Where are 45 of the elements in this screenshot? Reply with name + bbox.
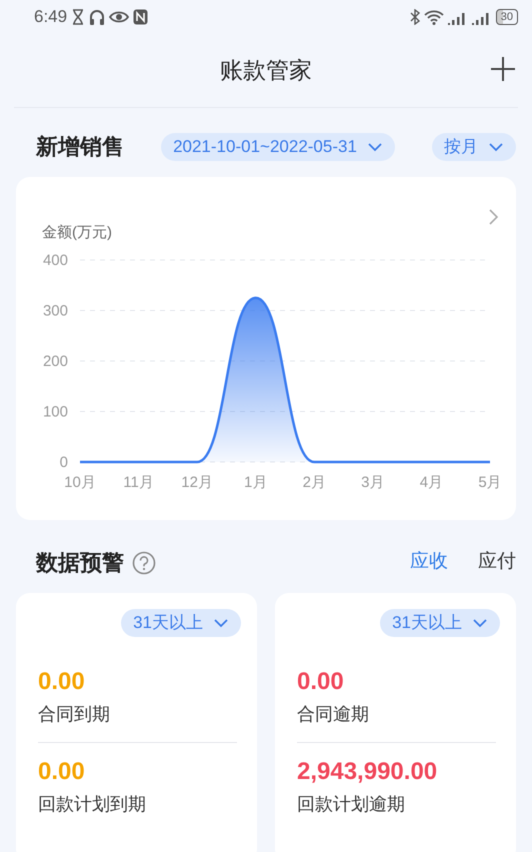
- chevron-down-icon: [488, 140, 504, 152]
- metric-label: 回款计划逾期: [297, 793, 406, 816]
- section-title: 新增销售: [36, 133, 124, 161]
- axis-tick-label: 200: [42, 353, 68, 370]
- bluetooth-icon: [410, 9, 420, 25]
- axis-tick-label: 11月: [123, 474, 154, 491]
- filter-dropdown[interactable]: 31天以上: [380, 609, 500, 637]
- axis-tick-label: 400: [42, 252, 68, 269]
- chevron-down-icon: [366, 140, 383, 152]
- section-title: 数据预警: [36, 549, 124, 577]
- headphones-icon: [89, 9, 106, 25]
- app-title: 账款管家: [220, 56, 312, 86]
- amount-value: 0.00: [38, 667, 86, 697]
- tab[interactable]: 应收: [410, 548, 448, 577]
- axis-tick-label: 2月: [302, 474, 326, 491]
- metric-label: 合同到期: [38, 703, 111, 726]
- period-dropdown[interactable]: 按月: [432, 132, 516, 160]
- amount-value: 0.00: [38, 757, 86, 787]
- filter-dropdown[interactable]: 31天以上: [121, 609, 241, 637]
- axis-tick-label: 10月: [64, 474, 96, 491]
- help-icon: [132, 550, 156, 574]
- metric-label: 合同逾期: [297, 703, 370, 726]
- hourglass-icon: [71, 9, 86, 25]
- axis-tick-label: 4月: [420, 474, 444, 491]
- status-time: 6:49: [34, 6, 68, 28]
- battery-icon: 30: [496, 9, 518, 25]
- chevron-down-icon: [213, 617, 229, 629]
- axis-title: 金额(万元): [42, 224, 112, 241]
- metric-label: 回款计划到期: [38, 793, 147, 816]
- chevron-down-icon: [472, 617, 488, 629]
- add-icon[interactable]: [490, 56, 516, 82]
- wifi-icon: [424, 9, 444, 25]
- axis-tick-label: 3月: [361, 474, 385, 491]
- amount-value: 0.00: [297, 667, 345, 697]
- eye-icon: [109, 10, 130, 24]
- tab[interactable]: 应付: [478, 548, 516, 577]
- axis-tick-label: 12月: [181, 474, 213, 491]
- axis-tick-label: 0: [60, 454, 68, 471]
- date-range-dropdown[interactable]: 2021-10-01~2022-05-31: [161, 132, 395, 160]
- nfc-icon: [133, 9, 148, 25]
- axis-tick-label: 100: [42, 404, 68, 420]
- axis-tick-label: 1月: [244, 474, 268, 491]
- axis-tick-label: 5月: [478, 474, 502, 491]
- axis-tick-label: 300: [42, 302, 68, 320]
- amount-value: 2,943,990.00: [297, 757, 438, 787]
